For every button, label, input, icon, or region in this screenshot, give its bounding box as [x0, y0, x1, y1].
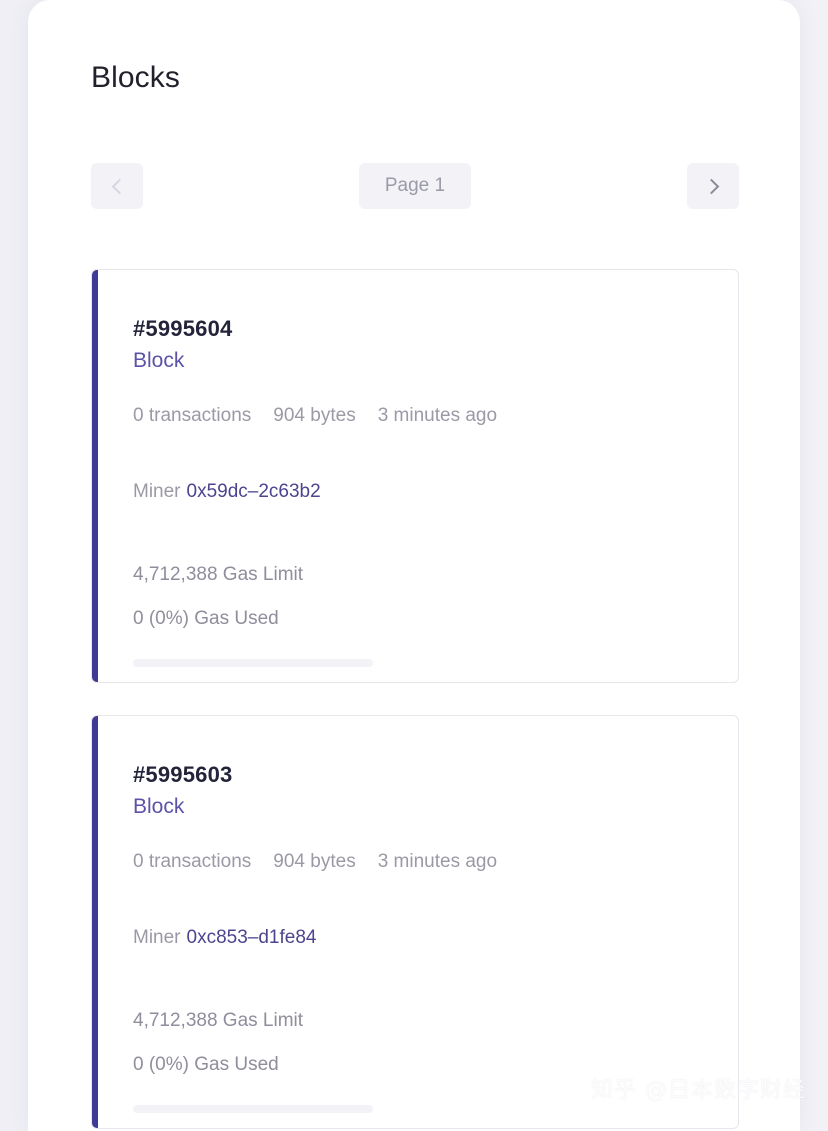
gas-used-progress	[133, 659, 373, 667]
page-panel: Blocks Page 1 #5995604 Block 0 transaction…	[28, 0, 800, 1131]
block-type-link[interactable]: Block	[133, 793, 184, 821]
block-meta-row: 0 transactions 904 bytes 3 minutes ago	[133, 403, 738, 429]
block-number: #5995603	[133, 762, 233, 787]
card-accent-bar	[92, 716, 98, 1128]
miner-row: Miner 0x59dc–2c63b2	[133, 479, 738, 505]
card-accent-bar	[92, 270, 98, 682]
block-number: #5995604	[133, 316, 233, 341]
gas-block: 4,712,388 Gas Limit 0 (0%) Gas Used	[133, 999, 738, 1113]
chevron-right-icon	[703, 178, 719, 194]
transaction-count: 0 transactions	[133, 405, 252, 426]
block-type-link[interactable]: Block	[133, 347, 184, 375]
pagination-controls: Page 1	[91, 163, 739, 209]
miner-address-link[interactable]: 0xc853–d1fe84	[187, 927, 317, 948]
gas-limit: 4,712,388 Gas Limit	[133, 1010, 304, 1031]
miner-label: Miner	[133, 927, 181, 948]
transaction-count: 0 transactions	[133, 851, 252, 872]
next-page-button[interactable]	[687, 163, 739, 209]
gas-block: 4,712,388 Gas Limit 0 (0%) Gas Used	[133, 553, 738, 667]
page-title: Blocks	[91, 61, 180, 94]
previous-page-button[interactable]	[91, 163, 143, 209]
gas-used: 0 (0%) Gas Used	[133, 1054, 279, 1075]
current-page-button[interactable]: Page 1	[359, 163, 471, 209]
block-meta-row: 0 transactions 904 bytes 3 minutes ago	[133, 849, 738, 875]
chevron-left-icon	[111, 178, 127, 194]
gas-limit: 4,712,388 Gas Limit	[133, 564, 304, 585]
block-size: 904 bytes	[273, 405, 356, 426]
block-age: 3 minutes ago	[377, 851, 498, 872]
app-root: Blocks Page 1 #5995604 Block 0 transaction…	[0, 0, 828, 1131]
block-card-body: #5995603 Block 0 transactions 904 bytes 3 mi…	[92, 716, 738, 1113]
gas-used-progress	[133, 1105, 373, 1113]
miner-label: Miner	[133, 481, 181, 502]
block-card[interactable]: #5995603 Block 0 transactions 904 bytes 3 mi…	[91, 715, 739, 1129]
block-card-body: #5995604 Block 0 transactions 904 bytes 3 mi…	[92, 270, 738, 667]
block-size: 904 bytes	[273, 851, 356, 872]
miner-address-link[interactable]: 0x59dc–2c63b2	[187, 481, 321, 502]
block-list: #5995604 Block 0 transactions 904 bytes 3 mi…	[91, 269, 739, 1131]
miner-row: Miner 0xc853–d1fe84	[133, 925, 738, 951]
block-age: 3 minutes ago	[377, 405, 498, 426]
gas-used: 0 (0%) Gas Used	[133, 608, 279, 629]
block-card[interactable]: #5995604 Block 0 transactions 904 bytes 3 mi…	[91, 269, 739, 683]
